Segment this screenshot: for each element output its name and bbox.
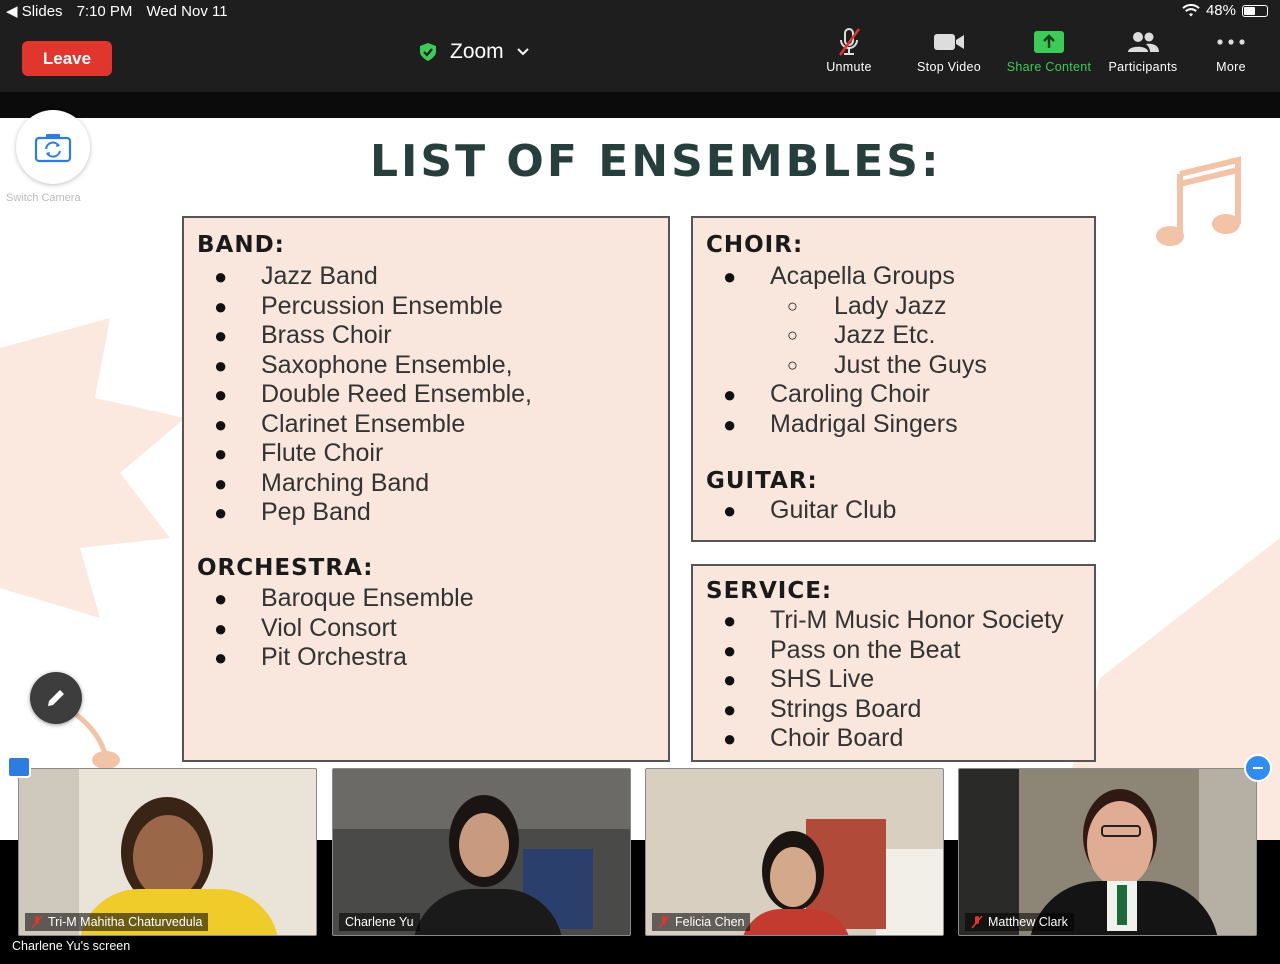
participant-name-tag: Charlene Yu xyxy=(339,913,420,931)
guitar-heading: GUITAR: xyxy=(706,468,818,494)
list-item: ● Clarinet Ensemble xyxy=(214,409,466,438)
shield-check-icon xyxy=(420,43,436,61)
list-item: ● Viol Consort xyxy=(214,613,397,642)
list-item: ● Guitar Club xyxy=(723,496,897,524)
annotate-button[interactable] xyxy=(30,672,82,724)
choir-guitar-box: CHOIR: ● Acapella Groups ○ Lady Jazz ○ Jazz… xyxy=(691,216,1096,542)
battery-icon xyxy=(1242,4,1268,17)
list-item: ● Pit Orchestra xyxy=(214,643,407,671)
choir-heading: CHOIR: xyxy=(706,232,804,258)
participant-name-tag: Tri-M Mahitha Chaturvedula xyxy=(25,913,209,931)
list-item: ● Saxophone Ensemble, xyxy=(214,350,513,379)
toolbar-divider xyxy=(0,92,1280,118)
participants-label: Participants xyxy=(1108,60,1178,74)
list-item: ● Percussion Ensemble xyxy=(214,291,503,320)
service-box: SERVICE: ● Tri-M Music Honor Society ● Pas… xyxy=(691,564,1096,762)
shared-screen: LIST OF ENSEMBLES: BAND: ● Jazz Band ● Per… xyxy=(0,118,1280,840)
switch-camera-button[interactable] xyxy=(16,110,90,184)
slide-title: LIST OF ENSEMBLES: xyxy=(370,136,942,187)
meeting-title-dropdown[interactable]: Zoom xyxy=(418,40,530,64)
microphone-muted-icon xyxy=(838,28,861,56)
list-item: ● SHS Live xyxy=(723,665,875,693)
list-item: ● Brass Choir xyxy=(214,321,392,349)
orchestra-heading: ORCHESTRA: xyxy=(197,555,374,581)
band-orchestra-box: BAND: ● Jazz Band ● Percussion Ensemble ● B… xyxy=(182,216,670,762)
share-arrow-icon xyxy=(1034,31,1064,53)
unmute-button[interactable]: Unmute xyxy=(799,24,899,74)
status-time: 7:10 PM xyxy=(76,2,133,20)
pencil-icon xyxy=(48,690,64,706)
video-strip: Tri-M Mahitha Chaturvedula Charlene Yu F… xyxy=(0,766,1280,964)
back-to-app-link[interactable]: ◀ Slides xyxy=(6,2,63,20)
participant-name-tag: Matthew Clark xyxy=(965,913,1074,931)
stop-video-label: Stop Video xyxy=(917,60,981,74)
list-item: ● Pass on the Beat xyxy=(723,635,961,664)
list-item: ● Double Reed Ensemble, xyxy=(214,380,532,408)
video-tile[interactable]: Felicia Chen xyxy=(645,768,944,936)
share-content-button[interactable]: Share Content xyxy=(999,24,1099,74)
meeting-toolbar: Leave Zoom Unmute Stop Video Share Conte… xyxy=(0,24,1280,92)
battery-percent: 48% xyxy=(1205,2,1236,19)
service-heading: SERVICE: xyxy=(706,578,833,604)
list-item: ● Pep Band xyxy=(214,498,371,526)
switch-camera-label: Switch Camera xyxy=(6,192,81,204)
microphone-muted-icon xyxy=(971,915,983,929)
participants-icon xyxy=(1128,32,1159,52)
list-item: ● Marching Band xyxy=(214,468,430,497)
ellipsis-icon xyxy=(1217,39,1245,45)
video-tile[interactable]: Charlene Yu xyxy=(332,768,631,936)
participants-button[interactable]: Participants xyxy=(1093,24,1193,74)
participant-name-tag: Felicia Chen xyxy=(652,913,751,931)
list-subitem: ○ Jazz Etc. xyxy=(787,321,936,349)
list-item: ● Baroque Ensemble xyxy=(214,584,474,612)
pin-icon[interactable] xyxy=(7,756,31,778)
microphone-muted-icon xyxy=(658,915,670,929)
unmute-label: Unmute xyxy=(826,60,872,74)
list-item: ● Madrigal Singers xyxy=(723,409,958,438)
video-tile[interactable]: Tri-M Mahitha Chaturvedula xyxy=(18,768,317,936)
camera-switch-icon xyxy=(34,134,72,163)
meeting-title: Zoom xyxy=(450,40,504,63)
list-item: ● Tri-M Music Honor Society xyxy=(723,606,1064,634)
list-item: ● Flute Choir xyxy=(214,439,384,467)
wifi-icon xyxy=(1182,3,1200,16)
zoom-app: ◀ Slides 7:10 PM Wed Nov 11 48% Leave Zo… xyxy=(0,0,1280,964)
status-bar: ◀ Slides 7:10 PM Wed Nov 11 48% xyxy=(0,0,1280,24)
band-heading: BAND: xyxy=(197,232,285,258)
list-item: ● Acapella Groups xyxy=(723,262,955,290)
more-button[interactable]: More xyxy=(1181,24,1280,74)
leave-button[interactable]: Leave xyxy=(22,41,112,76)
video-tile[interactable]: Matthew Clark xyxy=(958,768,1257,936)
chevron-down-icon xyxy=(516,48,529,56)
list-item: ● Jazz Band xyxy=(214,262,378,290)
list-item: ● Strings Board xyxy=(723,694,922,723)
list-subitem: ○ Lady Jazz xyxy=(787,291,947,320)
list-subitem: ○ Just the Guys xyxy=(787,350,987,379)
status-date: Wed Nov 11 xyxy=(146,2,228,20)
list-item: ● Choir Board xyxy=(723,724,904,752)
minimize-videos-icon[interactable] xyxy=(1244,754,1272,782)
music-note-icon xyxy=(1156,156,1241,246)
stop-video-button[interactable]: Stop Video xyxy=(899,24,999,74)
more-label: More xyxy=(1216,60,1246,74)
microphone-muted-icon xyxy=(31,915,43,929)
list-item: ● Caroling Choir xyxy=(723,380,930,408)
share-content-label: Share Content xyxy=(1006,60,1092,74)
screen-share-label: Charlene Yu's screen xyxy=(12,939,131,953)
video-camera-icon xyxy=(934,34,964,50)
